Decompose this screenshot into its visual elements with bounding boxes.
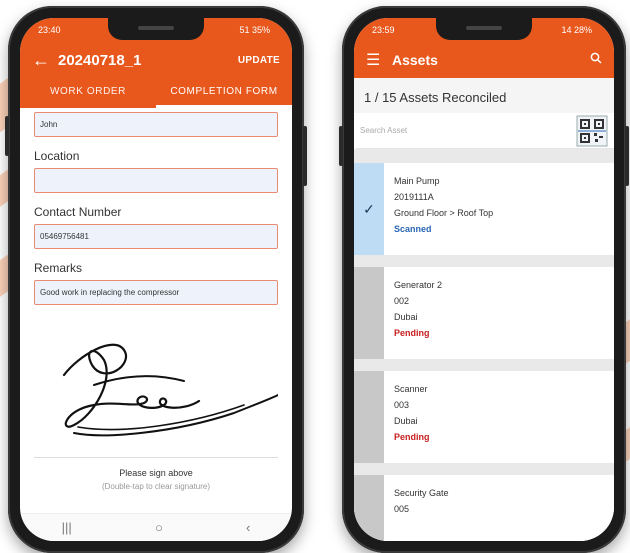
contact-number-field[interactable]: 05469756481 [34,224,278,249]
app-bar: ☰ Assets [354,42,614,78]
location-field[interactable] [34,168,278,193]
tab-work-order[interactable]: WORK ORDER [20,78,156,108]
search-bar: Search Asset [356,113,614,149]
pending-marker [354,371,384,463]
pending-marker [354,267,384,359]
signature-hint: (Double-tap to clear signature) [101,482,211,491]
remarks-label: Remarks [34,261,83,275]
back-icon[interactable]: ‹ [246,520,250,535]
check-icon: ✓ [363,200,375,217]
right-phone: 23:59 14 28% ☰ Assets 1 / 15 Assets Reco… [339,6,629,553]
asset-status: Pending [394,432,430,442]
page-title: Assets [392,52,438,68]
asset-status: Pending [394,328,430,338]
asset-name: Scanner [394,384,428,394]
asset-location: Dubai [394,416,418,426]
recent-apps-icon[interactable]: ||| [62,520,72,535]
asset-item[interactable]: ✓ Main Pump 2019111A Ground Floor > Roof… [354,163,614,255]
status-time: 23:40 [38,25,61,35]
home-icon[interactable]: ○ [155,520,163,535]
asset-code: 002 [394,296,410,306]
asset-item[interactable]: Security Gate 005 [354,475,614,541]
asset-status: Scanned [394,224,432,234]
left-phone: 23:40 51 35% ← 20240718_1 UPDATE WORK OR… [5,6,307,553]
scanned-marker: ✓ [354,163,384,255]
asset-list: ✓ Main Pump 2019111A Ground Floor > Roof… [354,149,614,541]
remarks-field[interactable]: Good work in replacing the compressor [34,280,278,305]
asset-item[interactable]: Generator 2 002 Dubai Pending [354,267,614,359]
pending-marker [354,475,384,541]
asset-code: 2019111A [394,192,434,202]
battery-text: 51 35% [239,25,270,35]
signature-pad[interactable] [34,315,279,445]
system-nav-bar: ||| ○ ‹ [20,513,292,541]
contact-number-label: Contact Number [34,205,122,219]
qr-scan-icon[interactable] [576,115,608,147]
location-label: Location [34,149,80,163]
arrow-left-icon[interactable]: ← [32,50,58,71]
asset-code: 005 [394,504,410,514]
asset-item[interactable]: Scanner 003 Dubai Pending [354,371,614,463]
asset-name: Main Pump [394,176,440,186]
signature-caption: Please sign above [34,457,278,478]
name-field[interactable]: John [34,112,278,137]
page-title: 20240718_1 [58,51,142,69]
notch [108,18,204,40]
completion-form: John Location Contact Number 05469756481… [20,108,292,491]
reconciled-count: 1 / 15 Assets Reconciled [354,78,614,113]
battery-text: 14 28% [561,25,592,35]
update-button[interactable]: UPDATE [238,55,280,66]
search-input[interactable]: Search Asset [356,126,576,135]
asset-location: Ground Floor > Roof Top [394,208,494,218]
hamburger-icon[interactable]: ☰ [366,50,392,70]
search-icon[interactable] [590,51,602,69]
app-bar: ← 20240718_1 UPDATE [20,42,292,78]
signature-drawing [62,343,279,437]
status-time: 23:59 [372,25,395,35]
asset-name: Security Gate [394,488,449,498]
tab-bar: WORK ORDER COMPLETION FORM [20,78,292,108]
asset-location: Dubai [394,312,418,322]
notch [436,18,532,40]
asset-code: 003 [394,400,410,410]
tab-completion-form[interactable]: COMPLETION FORM [156,78,292,108]
asset-name: Generator 2 [394,280,443,290]
